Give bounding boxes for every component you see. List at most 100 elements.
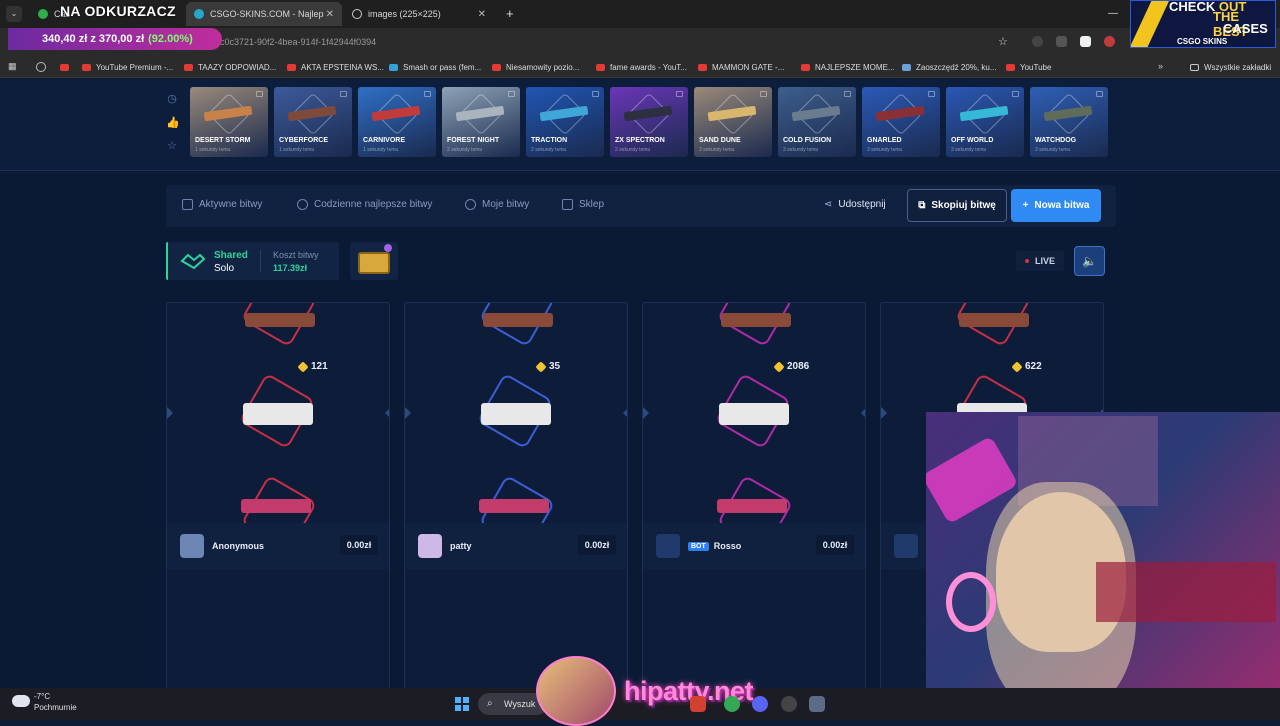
- drop-card[interactable]: TRACTION 2 sekundy temu: [526, 87, 604, 157]
- url-field[interactable]: c0c3721-90f2-4bea-914f-1f42944f0394: [220, 37, 376, 47]
- extension-icon[interactable]: [1104, 36, 1115, 47]
- case-icon: [508, 91, 515, 97]
- player-amount: 0.00zł: [816, 535, 854, 555]
- extension-icon[interactable]: [1032, 36, 1043, 47]
- drop-time: 2 sekundy temu: [531, 147, 567, 153]
- folder-icon: [1190, 63, 1199, 71]
- drop-name: DESERT STORM: [195, 137, 251, 144]
- drop-card[interactable]: CYBERFORCE 1 sekundy temu: [274, 87, 352, 157]
- nav-my-battles[interactable]: Moje bitwy: [465, 199, 529, 210]
- drop-card[interactable]: FOREST NIGHT 2 sekundy temu: [442, 87, 520, 157]
- bookmark-6[interactable]: fame awards - YouT...: [596, 60, 687, 74]
- drop-name: ZX SPECTRON: [615, 137, 665, 144]
- drop-card[interactable]: CARNIVORE 1 sekundy temu: [358, 87, 436, 157]
- swords-icon: [182, 199, 193, 210]
- player-amount: 0.00zł: [340, 535, 378, 555]
- extension-icon[interactable]: [1056, 36, 1067, 47]
- weapon-image: [721, 313, 791, 327]
- youtube-icon[interactable]: [60, 64, 69, 71]
- reel-arrow-left: [167, 407, 173, 419]
- promo-banner[interactable]: CHECK OUT THE BEST CASES CSGO SKINS: [1130, 0, 1276, 48]
- sound-toggle-button[interactable]: 🔈: [1074, 246, 1105, 276]
- bookmark-8[interactable]: NAJLEPSZE MOME...: [801, 60, 895, 74]
- case-thumbnail[interactable]: [350, 242, 398, 280]
- bookmark-9[interactable]: Zaoszczędź 20%, ku...: [902, 60, 996, 74]
- drop-card[interactable]: GNARLED 3 sekundy temu: [862, 87, 940, 157]
- drop-card[interactable]: COLD FUSION 3 sekundy temu: [778, 87, 856, 157]
- bookmark-star-icon[interactable]: ☆: [998, 35, 1008, 48]
- drop-time: 3 sekundy temu: [1035, 147, 1071, 153]
- avatar[interactable]: [418, 534, 442, 558]
- weapon-image: [719, 403, 789, 425]
- weather-condition: Pochmurnie: [34, 703, 77, 712]
- obs-icon[interactable]: [781, 696, 797, 712]
- avatar: [536, 656, 616, 726]
- thumbs-up-icon[interactable]: 👍: [166, 117, 180, 129]
- drop-card[interactable]: ZX SPECTRON 2 sekundy temu: [610, 87, 688, 157]
- nav-daily-best[interactable]: Codzienne najlepsze bitwy: [297, 199, 432, 210]
- bookmark-2[interactable]: TAAZY ODPOWIAD...: [184, 60, 276, 74]
- extension-icon[interactable]: [1080, 36, 1091, 47]
- browser-tab-2[interactable]: CSGO-SKINS.COM - Najlep ✕: [186, 2, 342, 26]
- avatar[interactable]: [180, 534, 204, 558]
- case-icon: [676, 91, 683, 97]
- cost-label: Koszt bitwy: [273, 250, 319, 260]
- more-bookmarks-icon[interactable]: »: [1158, 61, 1163, 71]
- spinner-reel: 121: [167, 303, 389, 552]
- drop-card[interactable]: WATCHDOG 3 sekundy temu: [1030, 87, 1108, 157]
- shortcut-icon[interactable]: [36, 62, 46, 72]
- nav-shop[interactable]: Sklep: [562, 199, 604, 210]
- bookmark-4[interactable]: Smash or pass (fem...: [389, 60, 481, 74]
- apps-grid-icon[interactable]: ▦: [8, 61, 17, 72]
- chrome-icon[interactable]: [724, 696, 740, 712]
- discord-icon[interactable]: [752, 696, 768, 712]
- star-icon[interactable]: ☆: [166, 140, 178, 152]
- tab-search-icon[interactable]: ⌄: [6, 6, 22, 22]
- tab-favicon-icon: [38, 9, 48, 19]
- headphones: [946, 572, 996, 632]
- drop-time: 1 sekundy temu: [279, 147, 315, 153]
- close-icon[interactable]: ✕: [478, 9, 486, 20]
- share-icon: ⋖: [824, 199, 833, 210]
- youtube-icon: [82, 63, 91, 71]
- youtube-icon: [698, 63, 707, 71]
- bookmark-5[interactable]: Niesamowity pozio...: [492, 60, 579, 74]
- drop-card[interactable]: OFF WORLD 3 sekundy temu: [946, 87, 1024, 157]
- player-name[interactable]: patty: [450, 541, 472, 551]
- overlay-title: NA ODKURZACZ: [60, 3, 176, 19]
- all-bookmarks[interactable]: Wszystkie zakładki: [1190, 60, 1271, 74]
- bookmark-1[interactable]: YouTube Premium -...: [82, 60, 173, 74]
- taskbar-app-icon[interactable]: [690, 696, 706, 712]
- avatar[interactable]: [894, 534, 918, 558]
- goal-progress-overlay: 340,40 zł z 370,00 zł (92.00%): [8, 28, 222, 50]
- drop-card[interactable]: DESERT STORM 1 sekundy temu: [190, 87, 268, 157]
- avatar[interactable]: [656, 534, 680, 558]
- promo-logo: CSGO SKINS: [1177, 37, 1228, 46]
- weapon-image: [959, 313, 1029, 327]
- drop-card[interactable]: SAND DUNE 3 sekundy temu: [694, 87, 772, 157]
- item-value: 2086: [773, 360, 809, 373]
- share-button[interactable]: ⋖ Udostępnij: [824, 199, 886, 210]
- settings-icon[interactable]: [809, 696, 825, 712]
- spinner-reel: 2086: [643, 303, 865, 552]
- copy-battle-button[interactable]: ⧉ Skopiuj bitwę: [907, 189, 1007, 222]
- browser-tab-3[interactable]: images (225×225) ✕: [344, 2, 494, 26]
- windows-start-icon[interactable]: [455, 697, 469, 711]
- bookmark-icon: [902, 63, 911, 71]
- close-icon[interactable]: ✕: [326, 9, 334, 20]
- weather-widget[interactable]: -7°C Pochmurnie: [12, 692, 77, 712]
- minimize-icon[interactable]: —: [1108, 8, 1118, 19]
- new-tab-icon[interactable]: +: [506, 6, 514, 21]
- bookmark-3[interactable]: AKTA EPSTEINA WS...: [287, 60, 384, 74]
- nav-active-battles[interactable]: Aktywne bitwy: [182, 199, 262, 210]
- bookmark-7[interactable]: MAMMON GATE -...: [698, 60, 784, 74]
- player-name[interactable]: BOT Rosso: [688, 541, 741, 551]
- new-battle-button[interactable]: + Nowa bitwa: [1011, 189, 1101, 222]
- player-name[interactable]: Anonymous: [212, 541, 264, 551]
- goal-amount: 340,40 zł z 370,00 zł: [42, 33, 145, 45]
- item-value: 121: [297, 360, 328, 373]
- bookmark-10[interactable]: YouTube: [1006, 60, 1051, 74]
- youtube-icon: [596, 63, 605, 71]
- tab-label: images (225×225): [368, 9, 441, 19]
- clock-icon[interactable]: ◷: [166, 93, 178, 105]
